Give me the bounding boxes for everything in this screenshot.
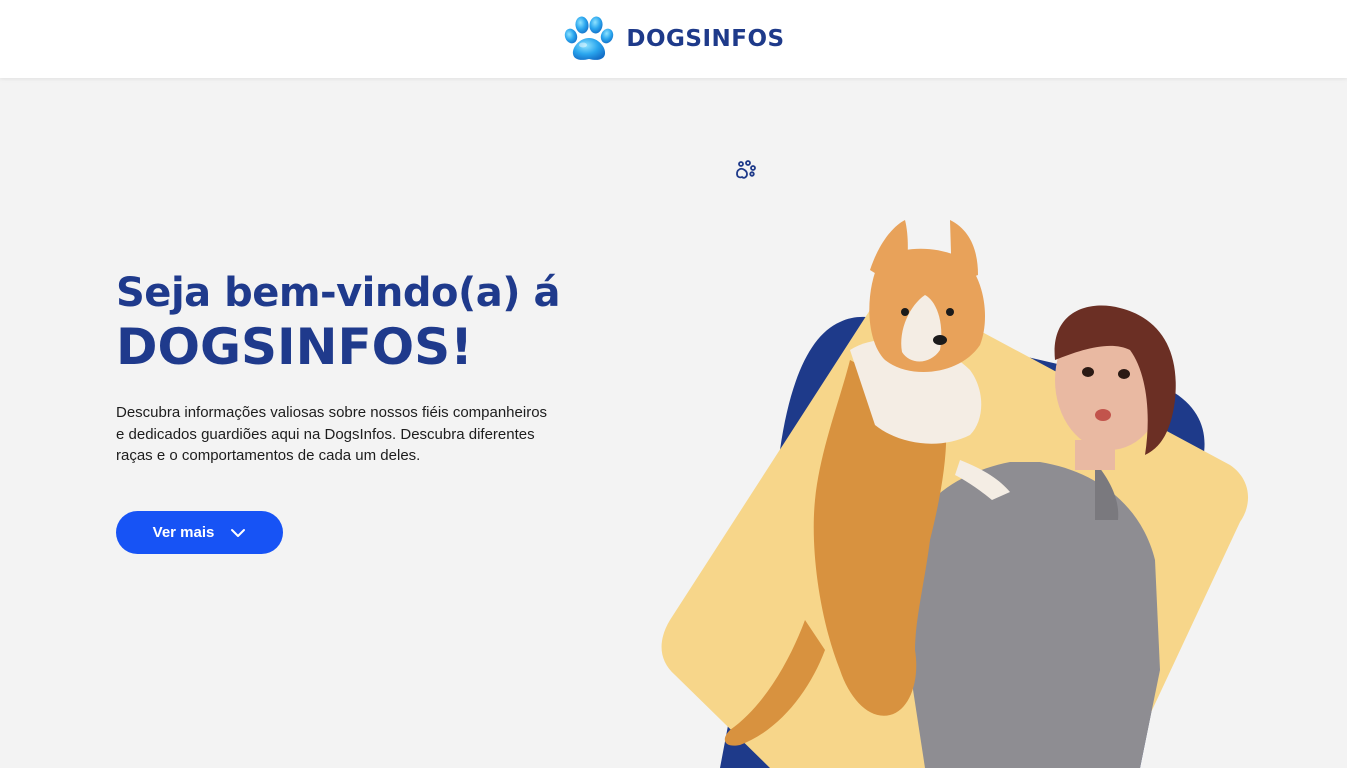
paw-print-icon	[736, 160, 756, 179]
brand-name: DOGSINFOS	[626, 26, 785, 52]
hero-title-line1: Seja bem-vindo(a) á	[116, 270, 560, 316]
chevron-down-icon	[231, 528, 246, 537]
see-more-label: Ver mais	[152, 524, 215, 541]
hero-title-line2: DOGSINFOS!	[116, 318, 473, 376]
site-header: DOGSINFOS	[0, 0, 1347, 78]
paw-print-icon	[565, 16, 614, 60]
brand-logo[interactable]: DOGSINFOS	[562, 14, 784, 64]
hero-section: Seja bem-vindo(a) á DOGSINFOS! Descubra …	[116, 268, 586, 467]
see-more-button[interactable]: Ver mais	[116, 511, 283, 554]
hero-title: Seja bem-vindo(a) á DOGSINFOS!	[116, 268, 586, 376]
hero-image	[661, 220, 1249, 768]
hero-description: Descubra informações valiosas sobre noss…	[116, 404, 548, 464]
